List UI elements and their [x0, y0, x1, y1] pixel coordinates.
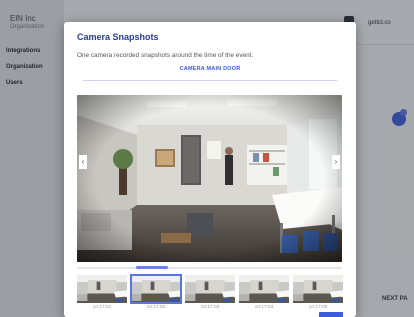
modal-description: One camera recorded snapshots around the… — [77, 52, 254, 59]
next-snapshot-button[interactable]: › — [332, 155, 340, 169]
camera-snapshots-modal: Camera Snapshots One camera recorded sna… — [64, 22, 356, 317]
snapshot-time-label: 10:17:05 — [308, 305, 328, 310]
thumbnail-scrollbar-track[interactable] — [77, 267, 342, 269]
thumbnail-scrollbar-thumb[interactable] — [136, 266, 168, 269]
thumbnail-image — [185, 275, 235, 303]
thumbnail-image — [131, 275, 181, 303]
divider — [83, 80, 337, 81]
camera-link[interactable]: CAMERA MAIN DOOR — [64, 66, 356, 72]
snapshot-time-label: 10:17:02 — [146, 305, 166, 310]
previous-snapshot-button[interactable]: ‹ — [79, 155, 87, 169]
thumbnail-image — [293, 275, 343, 303]
modal-action-button[interactable] — [319, 312, 343, 317]
snapshot-time-label: 10:17:04 — [254, 305, 274, 310]
modal-title: Camera Snapshots — [77, 32, 159, 42]
snapshot-thumbnail[interactable] — [185, 275, 235, 303]
thumbnail-image — [77, 275, 127, 303]
snapshot-time-label: 10:17:03 — [200, 305, 220, 310]
snapshot-thumbnail[interactable] — [130, 274, 182, 304]
main-snapshot-image — [77, 95, 342, 262]
snapshot-thumbnail[interactable] — [293, 275, 343, 303]
snapshot-time-label: 10:17:01 — [92, 305, 112, 310]
thumbnail-image — [239, 275, 289, 303]
snapshot-thumbnail[interactable] — [77, 275, 127, 303]
snapshot-thumbnail[interactable] — [239, 275, 289, 303]
